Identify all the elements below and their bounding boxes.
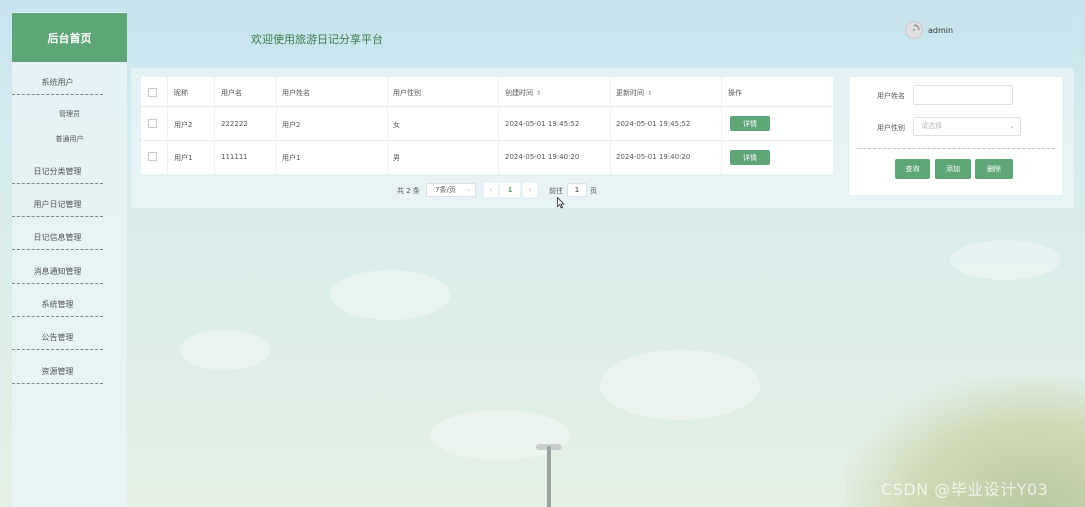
row-checkbox[interactable]: [148, 119, 157, 128]
cell-username: 111111: [221, 153, 248, 161]
column-header-gender: 用户性别: [393, 89, 421, 97]
column-header-nickname: 昵称: [174, 89, 188, 97]
table-row-divider: [141, 140, 833, 141]
table-col-divider: [276, 77, 277, 174]
sidebar-item-system[interactable]: 系统管理: [12, 299, 103, 317]
gender-label: 用户性别: [877, 124, 905, 132]
background-bokeh: [600, 350, 760, 420]
column-header-created-label: 创建时间: [505, 89, 533, 97]
name-label: 用户姓名: [877, 92, 905, 100]
cell-created: 2024-05-01 19:45:52: [505, 120, 580, 128]
table-col-divider: [721, 77, 722, 174]
add-button[interactable]: 添加: [935, 159, 971, 179]
column-header-updated-label: 更新时间: [616, 89, 644, 97]
column-header-realname: 用户姓名: [282, 89, 310, 97]
chevron-down-icon: ⌄: [465, 186, 471, 193]
sort-icon[interactable]: ⇕: [647, 90, 652, 97]
search-divider: [858, 148, 1055, 149]
detail-button[interactable]: 详情: [730, 116, 770, 131]
sidebar-item-resources[interactable]: 资源管理: [12, 366, 103, 384]
name-input[interactable]: [913, 85, 1013, 105]
chevron-down-icon: ⌄: [1009, 122, 1015, 130]
cell-nickname: 用户2: [174, 121, 193, 129]
background-lamp-pole: [547, 446, 551, 507]
column-header-updated[interactable]: 更新时间 ⇕: [616, 88, 652, 98]
table-col-divider: [498, 77, 499, 174]
select-all-checkbox[interactable]: [148, 88, 157, 97]
gender-select[interactable]: 请选择 ⌄: [913, 117, 1021, 136]
background-bokeh: [950, 240, 1060, 280]
jump-page-input[interactable]: 1: [567, 183, 587, 197]
column-header-created[interactable]: 创建时间 ⇕: [505, 88, 541, 98]
pagination-total: 共 2 条: [397, 187, 420, 195]
page-size-select[interactable]: 7条/页 ⌄: [426, 183, 476, 197]
sidebar-item-system-users[interactable]: 系统用户: [12, 77, 103, 95]
row-checkbox[interactable]: [148, 152, 157, 161]
sidebar-subitem-normal-user[interactable]: 普通用户: [12, 134, 127, 144]
table-col-divider: [610, 77, 611, 174]
query-button[interactable]: 查询: [895, 159, 930, 179]
cell-username: 222222: [221, 120, 248, 128]
column-header-actions: 操作: [728, 89, 742, 97]
header-username[interactable]: admin: [928, 26, 953, 35]
column-header-username: 用户名: [221, 89, 242, 97]
jump-label: 前往: [549, 187, 563, 195]
background-bokeh: [330, 270, 450, 320]
avatar[interactable]: [905, 21, 923, 39]
cell-updated: 2024-05-01 19:40:20: [616, 153, 691, 161]
watermark: CSDN @毕业设计Y03: [881, 480, 1049, 499]
table-col-divider: [387, 77, 388, 174]
delete-button[interactable]: 删除: [975, 159, 1013, 179]
page-number-current[interactable]: 1: [500, 183, 520, 197]
cell-realname: 用户2: [282, 121, 301, 129]
sidebar-item-diary-category[interactable]: 日记分类管理: [12, 166, 103, 184]
gender-select-placeholder: 请选择: [921, 122, 942, 130]
sidebar-item-notifications[interactable]: 消息通知管理: [12, 266, 103, 284]
cell-nickname: 用户1: [174, 154, 193, 162]
brand-title: 后台首页: [47, 31, 92, 45]
cell-updated: 2024-05-01 19:45:52: [616, 120, 691, 128]
table-col-divider: [214, 77, 215, 174]
detail-button[interactable]: 详情: [730, 150, 770, 165]
sidebar-subitem-admin[interactable]: 管理员: [12, 109, 127, 119]
sidebar-item-announcements[interactable]: 公告管理: [12, 332, 103, 350]
user-avatar-icon: [912, 24, 920, 32]
next-page-button[interactable]: ›: [523, 183, 537, 197]
background-bokeh: [180, 330, 270, 370]
cell-gender: 男: [393, 154, 400, 162]
brand-home[interactable]: 后台首页: [12, 13, 127, 62]
sidebar-item-user-diary[interactable]: 用户日记管理: [12, 199, 103, 217]
table-col-divider: [167, 77, 168, 174]
prev-page-button[interactable]: ‹: [484, 183, 498, 197]
page-suffix: 页: [590, 187, 597, 195]
sort-icon[interactable]: ⇕: [536, 90, 541, 97]
cell-created: 2024-05-01 19:40:20: [505, 153, 580, 161]
cell-realname: 用户1: [282, 154, 301, 162]
page-size-value: 7条/页: [435, 186, 456, 194]
welcome-title: 欢迎使用旅游日记分享平台: [251, 33, 383, 46]
mouse-cursor-icon: [557, 197, 565, 209]
table-header-divider: [141, 106, 833, 107]
sidebar-item-diary-info[interactable]: 日记信息管理: [12, 232, 103, 250]
cell-gender: 女: [393, 121, 400, 129]
